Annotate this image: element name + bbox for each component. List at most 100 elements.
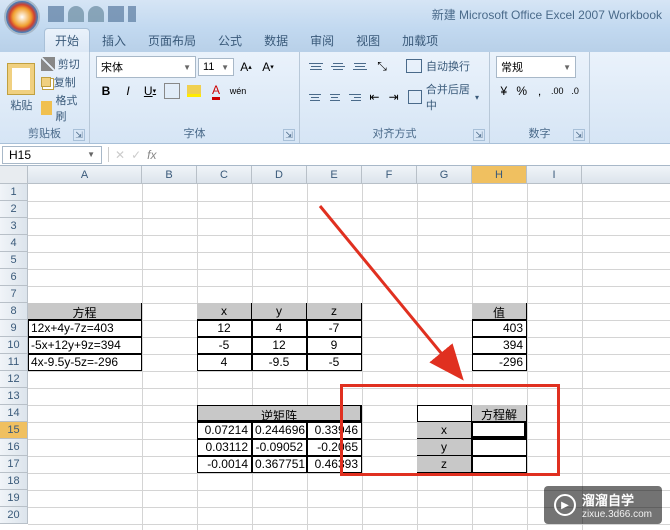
row-header-11[interactable]: 11 xyxy=(0,354,27,371)
row-header-8[interactable]: 8 xyxy=(0,303,27,320)
cell-C11[interactable]: 4 xyxy=(197,354,251,370)
tab-formulas[interactable]: 公式 xyxy=(208,29,252,52)
cell-C10[interactable]: -5 xyxy=(197,337,251,353)
cell-G16[interactable]: y xyxy=(417,439,471,455)
copy-button[interactable]: 复制 xyxy=(41,74,83,90)
cancel-icon[interactable]: ✕ xyxy=(115,148,125,162)
increase-decimal-button[interactable]: .00 xyxy=(549,81,565,101)
row-header-10[interactable]: 10 xyxy=(0,337,27,354)
font-size-combo[interactable]: 11▼ xyxy=(198,58,234,76)
undo-icon[interactable] xyxy=(68,6,84,22)
qat-more-icon[interactable] xyxy=(128,6,136,22)
tab-insert[interactable]: 插入 xyxy=(92,29,136,52)
row-header-2[interactable]: 2 xyxy=(0,201,27,218)
row-header-18[interactable]: 18 xyxy=(0,473,27,490)
cell-H11[interactable]: -296 xyxy=(472,354,526,370)
row-header-1[interactable]: 1 xyxy=(0,184,27,201)
cell-G15[interactable]: x xyxy=(417,422,471,438)
cell-E16[interactable]: -0.2065 xyxy=(307,439,361,455)
italic-button[interactable]: I xyxy=(118,81,138,101)
cell-E15[interactable]: 0.33946 xyxy=(307,422,361,438)
cell-E9[interactable]: -7 xyxy=(307,320,361,336)
cell-D11[interactable]: -9.5 xyxy=(252,354,306,370)
row-header-7[interactable]: 7 xyxy=(0,286,27,303)
cut-button[interactable]: 剪切 xyxy=(41,56,83,72)
cell-A11[interactable]: 4x-9.5y-5z=-296 xyxy=(28,354,141,370)
tab-view[interactable]: 视图 xyxy=(346,29,390,52)
number-expand-icon[interactable]: ⇲ xyxy=(573,129,585,141)
cell-C8[interactable]: x xyxy=(197,303,251,319)
grow-font-button[interactable]: A▴ xyxy=(236,57,256,77)
tab-addins[interactable]: 加载项 xyxy=(392,29,448,52)
number-format-combo[interactable]: 常规▼ xyxy=(496,56,576,78)
cell-H8[interactable]: 值 xyxy=(472,303,526,319)
cells-area[interactable]: 方程12x+4y-7z=403-5x+12y+9z=3944x-9.5y-5z=… xyxy=(28,184,670,530)
fill-color-button[interactable] xyxy=(184,81,204,101)
col-header-G[interactable]: G xyxy=(417,166,472,183)
align-top-button[interactable] xyxy=(306,57,326,75)
align-center-button[interactable] xyxy=(326,88,344,106)
alignment-expand-icon[interactable]: ⇲ xyxy=(473,129,485,141)
redo-icon[interactable] xyxy=(88,6,104,22)
cell-D10[interactable]: 12 xyxy=(252,337,306,353)
orientation-button[interactable]: ⤡ xyxy=(372,56,392,76)
shrink-font-button[interactable]: A▾ xyxy=(258,57,278,77)
font-expand-icon[interactable]: ⇲ xyxy=(283,129,295,141)
col-header-C[interactable]: C xyxy=(197,166,252,183)
fx-icon[interactable]: fx xyxy=(147,148,156,162)
cell-A10[interactable]: -5x+12y+9z=394 xyxy=(28,337,141,353)
cell-H14[interactable]: 方程解 xyxy=(472,405,526,421)
save-icon[interactable] xyxy=(48,6,64,22)
row-header-13[interactable]: 13 xyxy=(0,388,27,405)
col-header-H[interactable]: H xyxy=(472,166,527,183)
cell-D17[interactable]: 0.367751 xyxy=(252,456,306,472)
align-middle-button[interactable] xyxy=(328,57,348,75)
font-name-combo[interactable]: 宋体▼ xyxy=(96,56,196,78)
cell-C15[interactable]: 0.07214 xyxy=(197,422,251,438)
cell-E17[interactable]: 0.46393 xyxy=(307,456,361,472)
percent-button[interactable]: % xyxy=(514,81,530,101)
border-button[interactable] xyxy=(164,83,180,99)
align-left-button[interactable] xyxy=(306,88,324,106)
cell-C14-E14-merged[interactable]: 逆矩阵 xyxy=(197,405,361,421)
select-all-corner[interactable] xyxy=(0,166,28,184)
worksheet-grid[interactable]: ABCDEFGHI 123456789101112131415161718192… xyxy=(0,166,670,530)
name-box[interactable]: H15▼ xyxy=(2,146,102,164)
cell-H9[interactable]: 403 xyxy=(472,320,526,336)
col-header-A[interactable]: A xyxy=(28,166,142,183)
comma-button[interactable]: , xyxy=(532,81,548,101)
row-header-14[interactable]: 14 xyxy=(0,405,27,422)
cell-A9[interactable]: 12x+4y-7z=403 xyxy=(28,320,141,336)
row-header-3[interactable]: 3 xyxy=(0,218,27,235)
tab-data[interactable]: 数据 xyxy=(254,29,298,52)
phonetic-button[interactable]: wén xyxy=(228,81,248,101)
cell-A8[interactable]: 方程 xyxy=(28,303,141,319)
col-header-B[interactable]: B xyxy=(142,166,197,183)
row-header-4[interactable]: 4 xyxy=(0,235,27,252)
clipboard-expand-icon[interactable]: ⇲ xyxy=(73,129,85,141)
cell-C16[interactable]: 0.03112 xyxy=(197,439,251,455)
tab-review[interactable]: 审阅 xyxy=(300,29,344,52)
cell-H17[interactable] xyxy=(472,456,526,472)
wrap-text-button[interactable]: 自动换行 xyxy=(402,56,474,76)
print-icon[interactable] xyxy=(108,6,124,22)
merge-center-button[interactable]: 合并后居中▾ xyxy=(404,79,483,115)
row-header-5[interactable]: 5 xyxy=(0,252,27,269)
bold-button[interactable]: B xyxy=(96,81,116,101)
col-header-I[interactable]: I xyxy=(527,166,582,183)
decrease-indent-button[interactable]: ⇤ xyxy=(366,87,383,107)
col-header-F[interactable]: F xyxy=(362,166,417,183)
row-header-9[interactable]: 9 xyxy=(0,320,27,337)
align-bottom-button[interactable] xyxy=(350,57,370,75)
col-header-E[interactable]: E xyxy=(307,166,362,183)
decrease-decimal-button[interactable]: .0 xyxy=(567,81,583,101)
font-color-button[interactable]: A xyxy=(206,81,226,101)
row-header-20[interactable]: 20 xyxy=(0,507,27,524)
row-header-16[interactable]: 16 xyxy=(0,439,27,456)
cell-H16[interactable] xyxy=(472,439,526,455)
cell-E11[interactable]: -5 xyxy=(307,354,361,370)
row-header-6[interactable]: 6 xyxy=(0,269,27,286)
align-right-button[interactable] xyxy=(346,88,364,106)
row-header-12[interactable]: 12 xyxy=(0,371,27,388)
row-header-15[interactable]: 15 xyxy=(0,422,27,439)
